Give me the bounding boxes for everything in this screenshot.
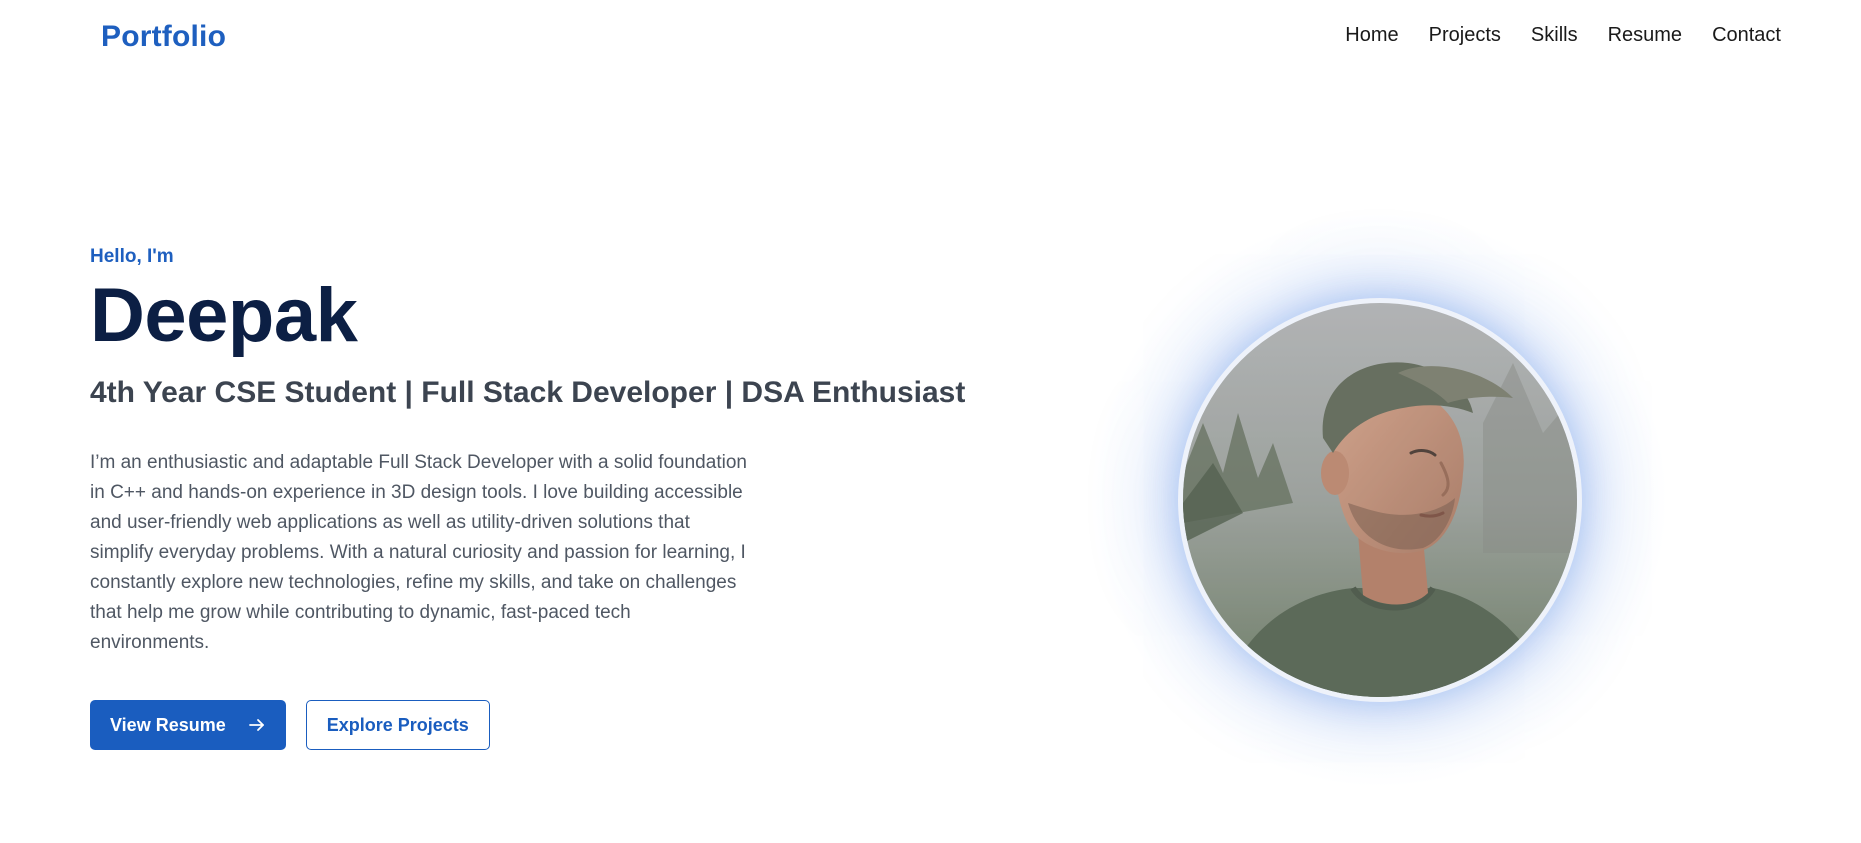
view-resume-button[interactable]: View Resume	[90, 700, 286, 750]
nav-item-projects: Projects	[1429, 24, 1501, 47]
arrow-right-icon	[248, 719, 264, 731]
hero-buttons: View Resume Explore Projects	[90, 700, 970, 750]
nav-link-skills[interactable]: Skills	[1531, 24, 1578, 46]
nav-item-resume: Resume	[1608, 24, 1682, 47]
hero-bio: I’m an enthusiastic and adaptable Full S…	[90, 452, 747, 653]
hero-tagline: 4th Year CSE Student | Full Stack Develo…	[90, 376, 966, 409]
view-resume-label: View Resume	[110, 714, 226, 735]
nav-link-resume[interactable]: Resume	[1608, 24, 1682, 46]
explore-projects-button[interactable]: Explore Projects	[305, 700, 490, 750]
nav-link-home[interactable]: Home	[1345, 24, 1398, 46]
avatar-frame	[1178, 298, 1582, 702]
hero-greeting: Hello, I'm	[90, 246, 174, 267]
nav-link-projects[interactable]: Projects	[1429, 24, 1501, 46]
profile-photo-illustration	[1183, 303, 1577, 697]
hero-section: Hello, I'm Deepak 4th Year CSE Student |…	[90, 246, 970, 750]
navbar: Portfolio Home Projects Skills Resume Co…	[0, 0, 1861, 76]
nav-links: Home Projects Skills Resume Contact	[1345, 24, 1781, 47]
brand-logo[interactable]: Portfolio	[101, 20, 226, 54]
nav-item-contact: Contact	[1712, 24, 1781, 47]
profile-photo	[1183, 303, 1577, 697]
nav-item-skills: Skills	[1531, 24, 1578, 47]
nav-item-home: Home	[1345, 24, 1398, 47]
nav-link-contact[interactable]: Contact	[1712, 24, 1781, 46]
hero-name: Deepak	[90, 273, 358, 358]
